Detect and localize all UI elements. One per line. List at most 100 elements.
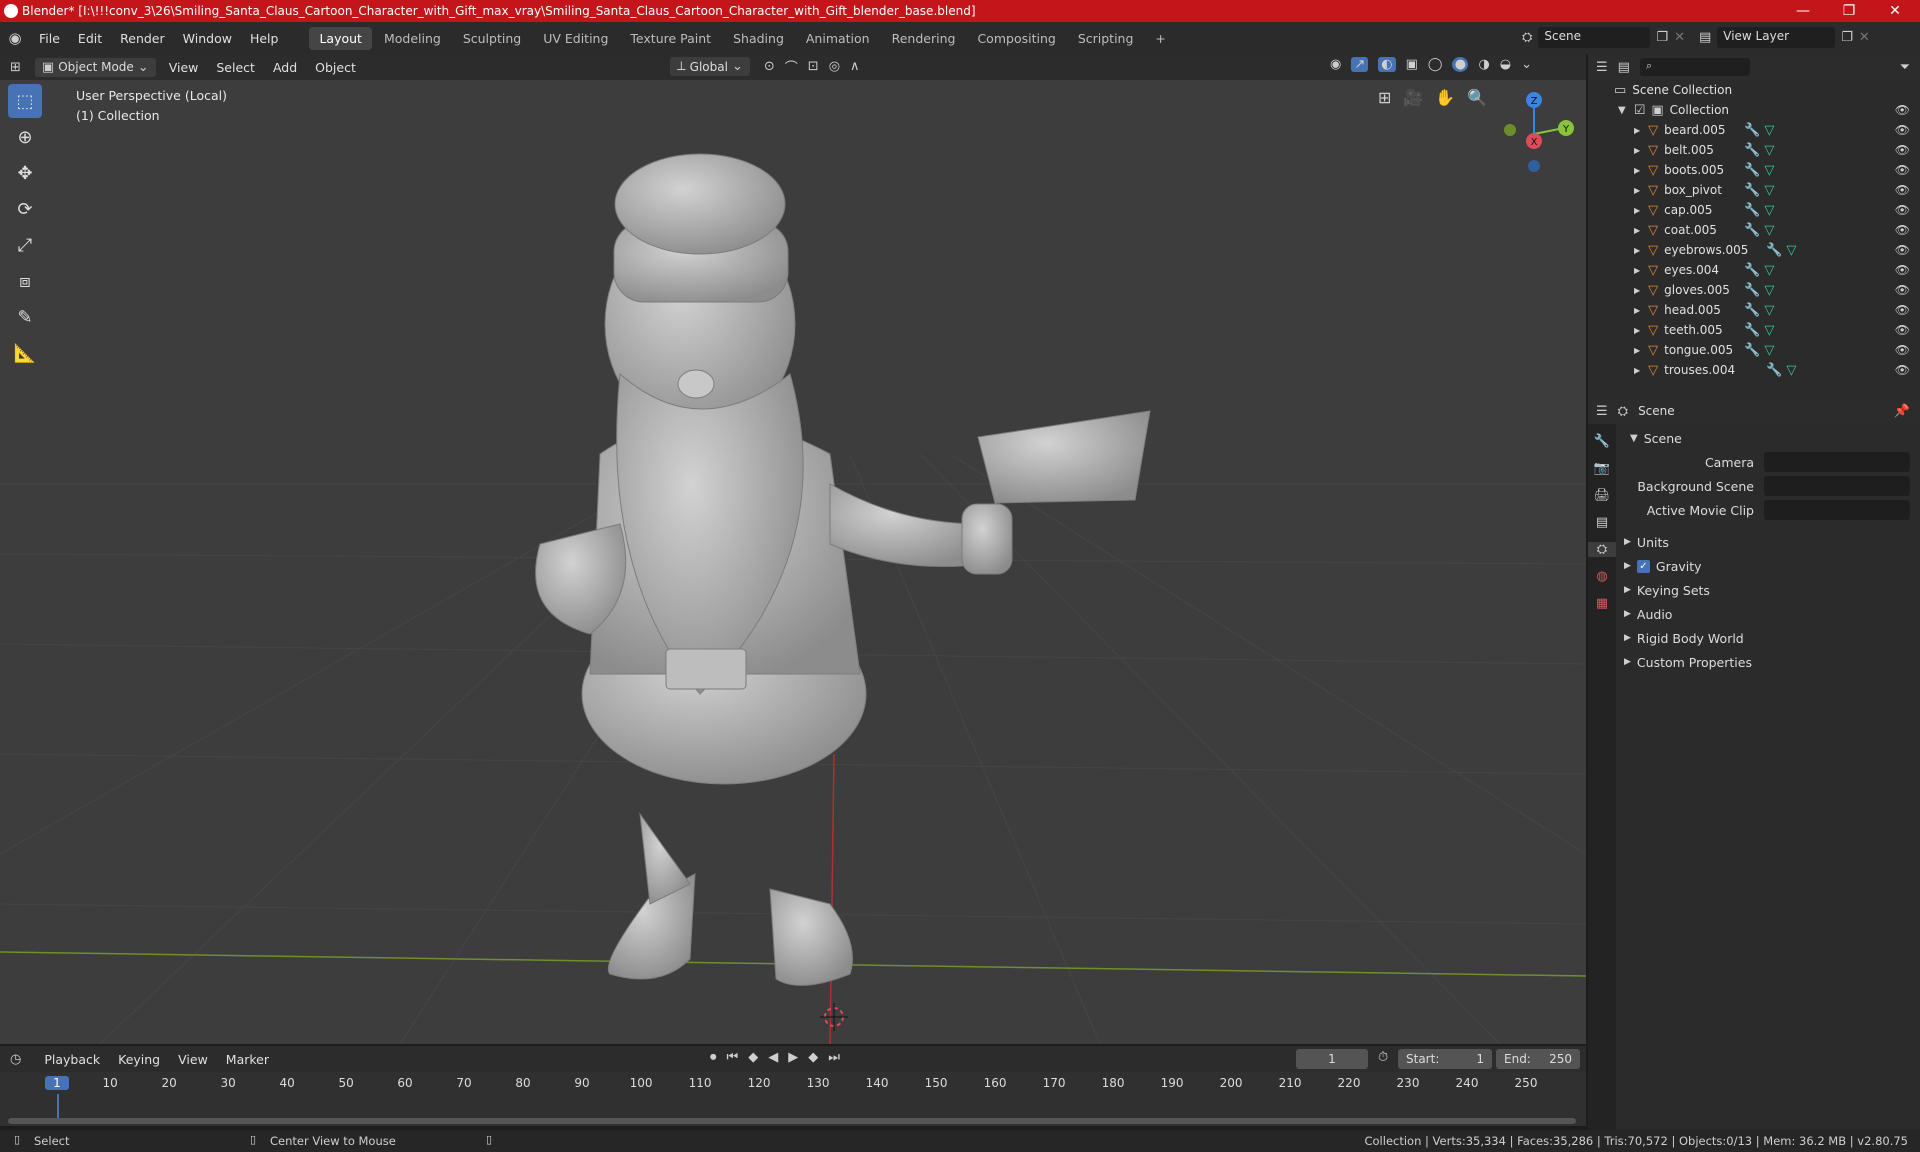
tab-texture-paint[interactable]: Texture Paint — [620, 27, 721, 50]
mesh-data-icon[interactable]: ▽ — [1764, 223, 1774, 238]
tab-layout[interactable]: Layout — [309, 26, 372, 50]
menu-file[interactable]: File — [30, 31, 69, 46]
timeline-menu-view[interactable]: View — [169, 1052, 217, 1067]
modifier-wrench-icon[interactable]: 🔧 — [1744, 263, 1760, 278]
move-tool-icon[interactable]: ✥ — [8, 156, 42, 190]
tab-modeling[interactable]: Modeling — [374, 27, 451, 50]
expand-icon[interactable]: ▶ — [1634, 246, 1640, 255]
stopwatch-icon[interactable]: ⏱ — [1378, 1050, 1388, 1065]
outliner-object-row[interactable]: ▶ ▽ beard.005 🔧 ▽ 👁 — [1588, 120, 1920, 140]
modifier-wrench-icon[interactable]: 🔧 — [1744, 283, 1760, 298]
tool-tab-icon[interactable]: 🔧 — [1588, 434, 1616, 449]
cursor-tool-icon[interactable]: ⊕ — [8, 120, 42, 154]
scene-tab-icon[interactable]: ⛭ — [1588, 542, 1616, 557]
eye-icon[interactable]: 👁 — [1895, 183, 1910, 197]
eye-icon[interactable]: 👁 — [1895, 343, 1910, 357]
mesh-data-icon[interactable]: ▽ — [1764, 343, 1774, 358]
mesh-data-icon[interactable]: ▽ — [1764, 143, 1774, 158]
output-tab-icon[interactable]: 🖨 — [1588, 488, 1616, 503]
view-layer-icon[interactable]: ▤ — [1699, 30, 1711, 45]
select-box-tool-icon[interactable]: ⬚ — [8, 84, 42, 118]
expand-icon[interactable]: ▶ — [1634, 346, 1640, 355]
eye-icon[interactable]: 👁 — [1895, 143, 1910, 157]
timeline-menu-marker[interactable]: Marker — [217, 1052, 278, 1067]
view-layer-tab-icon[interactable]: ▤ — [1588, 515, 1616, 530]
mesh-data-icon[interactable]: ▽ — [1764, 123, 1774, 138]
end-frame-field[interactable]: End: 250 — [1496, 1049, 1580, 1069]
delete-scene-icon[interactable]: ✕ — [1674, 30, 1685, 45]
mesh-data-icon[interactable]: ▽ — [1786, 243, 1796, 258]
mesh-data-icon[interactable]: ▽ — [1764, 163, 1774, 178]
modifier-wrench-icon[interactable]: 🔧 — [1744, 303, 1760, 318]
tab-sculpting[interactable]: Sculpting — [453, 27, 531, 50]
menu-edit[interactable]: Edit — [69, 31, 111, 46]
modifier-wrench-icon[interactable]: 🔧 — [1744, 203, 1760, 218]
timeline-scrollbar[interactable] — [8, 1118, 1576, 1124]
santa-model[interactable] — [535, 153, 1151, 986]
filter-icon[interactable]: ⏷ — [1900, 60, 1910, 75]
properties-editor-icon[interactable]: ☰ — [1596, 404, 1608, 419]
tab-animation[interactable]: Animation — [796, 27, 880, 50]
view-layer-selector[interactable]: View Layer — [1717, 27, 1836, 48]
texture-tab-icon[interactable]: ▦ — [1588, 596, 1616, 611]
eye-icon[interactable]: 👁 — [1895, 323, 1910, 337]
frame-ruler[interactable]: 1 10 20 30 40 50 60 70 80 90 100 110 120 130 140 150 160… — [0, 1074, 1586, 1094]
mesh-data-icon[interactable]: ▽ — [1764, 183, 1774, 198]
gravity-checkbox[interactable]: ✓ — [1636, 559, 1650, 573]
jump-start-icon[interactable]: ⏮ — [727, 1050, 739, 1065]
eye-icon[interactable]: 👁 — [1895, 123, 1910, 137]
checkbox-icon[interactable]: ☑ — [1634, 103, 1646, 118]
tab-shading[interactable]: Shading — [723, 27, 794, 50]
play-reverse-icon[interactable]: ◀ — [768, 1050, 778, 1065]
scale-tool-icon[interactable]: ⤢ — [8, 228, 42, 262]
eye-icon[interactable]: 👁 — [1895, 163, 1910, 177]
outliner-object-row[interactable]: ▶ ▽ belt.005 🔧 ▽ 👁 — [1588, 140, 1920, 160]
expand-icon[interactable]: ▶ — [1634, 146, 1640, 155]
display-mode-icon[interactable]: ▤ — [1618, 60, 1630, 75]
play-icon[interactable]: ▶ — [788, 1050, 798, 1065]
render-tab-icon[interactable]: 📷 — [1588, 461, 1616, 476]
expand-icon[interactable]: ▶ — [1634, 126, 1640, 135]
modifier-wrench-icon[interactable]: 🔧 — [1744, 163, 1760, 178]
expand-icon[interactable]: ▶ — [1634, 206, 1640, 215]
tab-scripting[interactable]: Scripting — [1068, 27, 1144, 50]
new-scene-icon[interactable]: ❐ — [1656, 30, 1668, 45]
outliner-collection[interactable]: ▼ ☑ ▣ Collection 👁 — [1588, 100, 1920, 120]
jump-end-icon[interactable]: ⏭ — [828, 1050, 840, 1065]
units-section[interactable]: ▶ Units — [1618, 530, 1920, 554]
modifier-wrench-icon[interactable]: 🔧 — [1744, 123, 1760, 138]
blender-menu-icon[interactable]: ◉ — [0, 29, 30, 47]
eye-icon[interactable]: 👁 — [1895, 363, 1910, 377]
pin-icon[interactable]: 📌 — [1894, 404, 1910, 419]
tab-uv-editing[interactable]: UV Editing — [533, 27, 618, 50]
modifier-wrench-icon[interactable]: 🔧 — [1744, 223, 1760, 238]
timeline-menu-keying[interactable]: Keying — [109, 1052, 169, 1067]
camera-field[interactable] — [1764, 452, 1910, 472]
eye-icon[interactable]: 👁 — [1895, 303, 1910, 317]
collapse-icon[interactable]: ▼ — [1618, 105, 1626, 116]
mesh-data-icon[interactable]: ▽ — [1764, 303, 1774, 318]
outliner-object-row[interactable]: ▶ ▽ head.005 🔧 ▽ 👁 — [1588, 300, 1920, 320]
outliner-object-row[interactable]: ▶ ▽ teeth.005 🔧 ▽ 👁 — [1588, 320, 1920, 340]
menu-render[interactable]: Render — [111, 31, 174, 46]
playhead[interactable] — [57, 1094, 59, 1120]
transform-tool-icon[interactable]: ⧈ — [8, 264, 42, 298]
current-frame-field[interactable]: 1 — [1296, 1049, 1368, 1069]
outliner-object-row[interactable]: ▶ ▽ trouses.004 🔧 ▽ 👁 — [1588, 360, 1920, 380]
prev-keyframe-icon[interactable]: ◆ — [748, 1050, 758, 1065]
menu-window[interactable]: Window — [174, 31, 241, 46]
outliner-object-row[interactable]: ▶ ▽ cap.005 🔧 ▽ 👁 — [1588, 200, 1920, 220]
scene-panel-header[interactable]: ▼ Scene — [1618, 426, 1920, 450]
outliner-object-row[interactable]: ▶ ▽ eyebrows.005 🔧 ▽ 👁 — [1588, 240, 1920, 260]
expand-icon[interactable]: ▶ — [1634, 166, 1640, 175]
custom-properties-section[interactable]: ▶ Custom Properties — [1618, 650, 1920, 674]
scene-icon[interactable]: ⛭ — [1522, 30, 1532, 45]
eye-icon[interactable]: 👁 — [1895, 203, 1910, 217]
minimize-button[interactable]: — — [1780, 0, 1826, 22]
eye-icon[interactable]: 👁 — [1895, 283, 1910, 297]
outliner-object-row[interactable]: ▶ ▽ eyes.004 🔧 ▽ 👁 — [1588, 260, 1920, 280]
maximize-button[interactable]: ❐ — [1826, 0, 1872, 22]
active-movie-clip-field[interactable] — [1764, 500, 1910, 520]
world-tab-icon[interactable]: ◍ — [1588, 569, 1616, 584]
modifier-wrench-icon[interactable]: 🔧 — [1744, 343, 1760, 358]
